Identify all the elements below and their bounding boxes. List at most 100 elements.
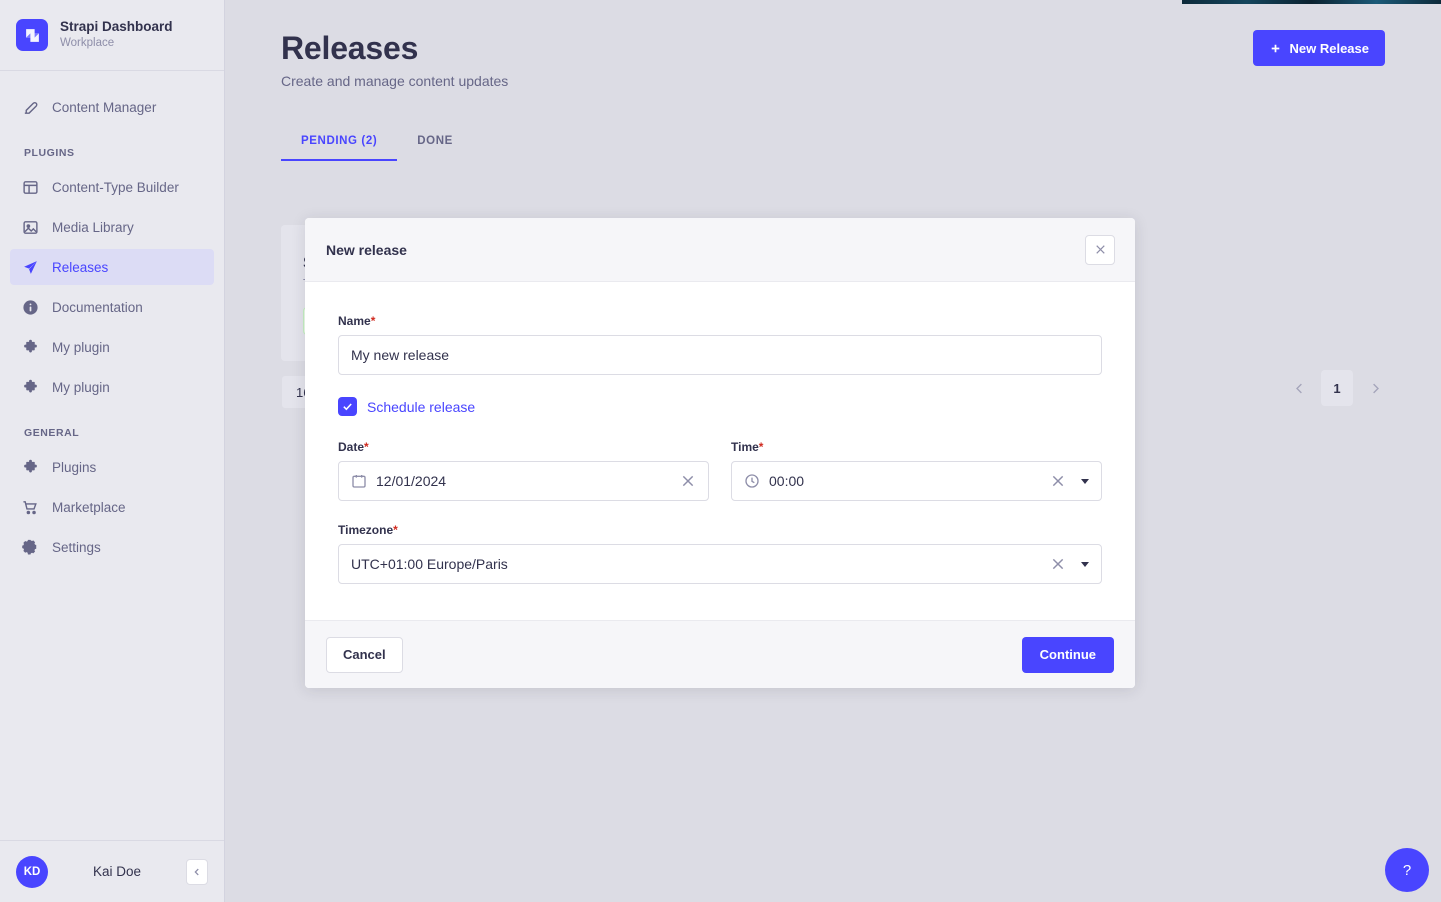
gear-icon (22, 539, 39, 556)
close-icon (1095, 245, 1105, 254)
time-field-label: Time* (731, 440, 1102, 454)
close-icon (682, 475, 694, 487)
timezone-field-label: Timezone* (338, 523, 1102, 537)
sidebar-item-label: Releases (52, 259, 109, 275)
strapi-logo-icon (16, 19, 48, 51)
time-input[interactable]: 00:00 (731, 461, 1102, 501)
sidebar: Strapi Dashboard Workplace Content Manag… (0, 0, 225, 902)
help-button[interactable]: ? (1385, 848, 1429, 892)
page-header: Releases Create and manage content updat… (225, 0, 1441, 89)
puzzle-icon (22, 339, 39, 356)
pagination: 1 (1283, 370, 1391, 406)
date-field-label: Date* (338, 440, 709, 454)
tab-pending[interactable]: PENDING (2) (281, 125, 398, 161)
new-release-label: New Release (1289, 40, 1370, 56)
sidebar-section-general: GENERAL (24, 427, 80, 439)
avatar: KD (16, 855, 48, 888)
timezone-select[interactable]: UTC+01:00 Europe/Paris (338, 544, 1102, 584)
required-mark: * (393, 523, 398, 537)
cancel-button[interactable]: Cancel (326, 636, 403, 673)
user-name: Kai Doe (92, 864, 142, 879)
check-icon (343, 403, 352, 411)
sidebar-nav: Content Manager PLUGINS Content-Type Bui… (0, 71, 224, 840)
date-clear-button[interactable] (680, 473, 696, 489)
sidebar-item-label: My plugin (52, 379, 110, 395)
layout-icon (22, 179, 39, 196)
sidebar-item-documentation[interactable]: Documentation (10, 289, 214, 325)
modal-title: New release (326, 241, 407, 258)
date-input-value: 12/01/2024 (376, 473, 447, 489)
modal-close-button[interactable] (1085, 234, 1115, 265)
name-label-text: Name (338, 314, 371, 328)
timezone-value: UTC+01:00 Europe/Paris (351, 556, 508, 572)
sidebar-item-label: Documentation (52, 299, 143, 315)
required-mark: * (758, 440, 764, 454)
timezone-clear-button[interactable] (1050, 556, 1066, 572)
page-title: Releases (281, 30, 419, 66)
image-icon (22, 219, 39, 236)
sidebar-item-label: Content Manager (52, 99, 157, 115)
modal-body: Name* My new release Schedule release Da… (305, 282, 1135, 620)
sidebar-section-plugins: PLUGINS (24, 147, 75, 159)
sidebar-item-settings[interactable]: Settings (10, 529, 214, 565)
name-field-label: Name* (338, 314, 1102, 328)
sidebar-item-media-library[interactable]: Media Library (10, 209, 214, 245)
date-input[interactable]: 12/01/2024 (338, 461, 709, 501)
chevron-down-icon[interactable] (1081, 478, 1089, 484)
chevron-left-icon (194, 868, 199, 875)
name-input-value: My new release (351, 347, 450, 363)
puzzle-icon (22, 459, 39, 476)
sidebar-item-label: Plugins (52, 459, 97, 475)
sidebar-item-marketplace[interactable]: Marketplace (10, 489, 214, 525)
required-mark: * (364, 440, 369, 454)
date-label-text: Date (338, 440, 365, 454)
sidebar-item-plugins[interactable]: Plugins (10, 449, 214, 485)
sidebar-item-content-type-builder[interactable]: Content-Type Builder (10, 169, 214, 205)
sidebar-item-my-plugin-1[interactable]: My plugin (10, 329, 214, 365)
shopping-cart-icon (22, 499, 39, 516)
info-circle-icon (22, 299, 39, 316)
close-icon (1052, 558, 1064, 570)
page-subtitle: Create and manage content updates (281, 73, 509, 89)
required-mark: * (370, 314, 376, 328)
modal-footer: Cancel Continue (305, 620, 1135, 688)
pagination-page-1[interactable]: 1 (1321, 370, 1353, 406)
sidebar-item-label: Media Library (52, 219, 134, 235)
sidebar-user-bar[interactable]: KD Kai Doe (0, 840, 224, 902)
sidebar-item-my-plugin-2[interactable]: My plugin (10, 369, 214, 405)
paper-plane-icon (22, 259, 39, 276)
time-input-value: 00:00 (769, 473, 805, 489)
tabs: PENDING (2) DONE (281, 125, 1385, 161)
time-field: Time* 00:00 (731, 440, 1102, 501)
schedule-release-row[interactable]: Schedule release (338, 397, 1102, 416)
tab-done[interactable]: DONE (397, 125, 473, 161)
sidebar-item-label: Content-Type Builder (52, 179, 179, 195)
close-icon (1052, 475, 1064, 487)
time-clear-button[interactable] (1050, 473, 1066, 489)
chevron-left-icon (1295, 383, 1302, 393)
sidebar-item-content-manager[interactable]: Content Manager (10, 89, 214, 125)
date-time-row: Date* 12/01/2024 Time* 00:00 (338, 440, 1102, 501)
brand-header[interactable]: Strapi Dashboard Workplace (0, 0, 224, 71)
new-release-button[interactable]: New Release (1252, 30, 1385, 66)
chevron-right-icon (1372, 383, 1379, 393)
chevron-down-icon[interactable] (1081, 561, 1089, 567)
name-input[interactable]: My new release (338, 335, 1102, 375)
pencil-icon (22, 99, 39, 116)
brand-title: Strapi Dashboard (60, 19, 173, 35)
schedule-release-label[interactable]: Schedule release (367, 399, 475, 415)
date-field: Date* 12/01/2024 (338, 440, 709, 501)
sidebar-item-releases[interactable]: Releases (10, 249, 214, 285)
brand-subtitle: Workplace (60, 37, 115, 50)
sidebar-collapse-button[interactable] (186, 858, 208, 885)
pagination-prev-button[interactable] (1283, 372, 1315, 404)
schedule-release-checkbox[interactable] (338, 397, 357, 416)
sidebar-item-label: My plugin (52, 339, 110, 355)
sidebar-item-label: Marketplace (52, 499, 126, 515)
plus-icon (1271, 44, 1279, 52)
continue-button[interactable]: Continue (1021, 636, 1114, 673)
time-label-text: Time (731, 440, 759, 454)
clock-icon (744, 473, 760, 489)
pagination-next-button[interactable] (1359, 372, 1391, 404)
puzzle-icon (22, 379, 39, 396)
